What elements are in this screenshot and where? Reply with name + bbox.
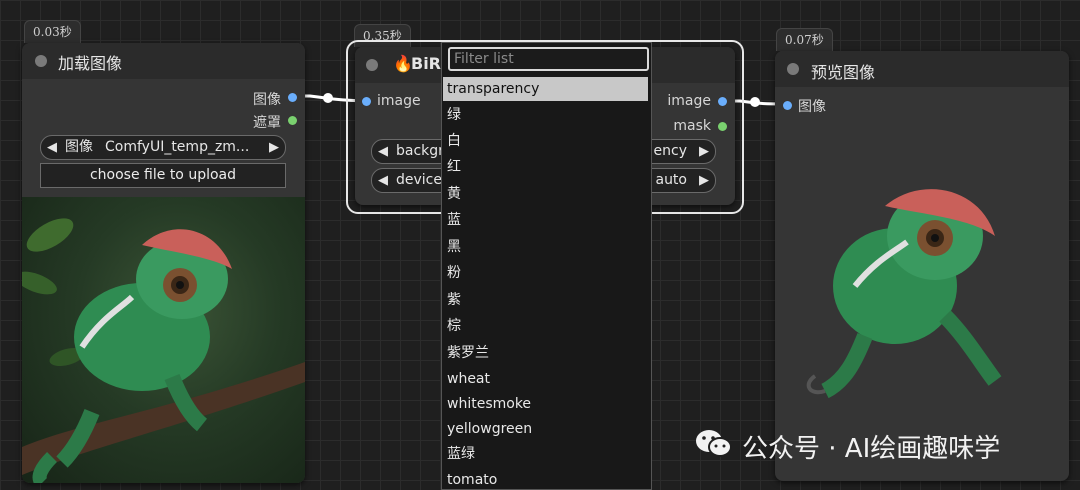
output-port-mask[interactable] <box>718 122 727 131</box>
widget-label: device <box>396 172 442 188</box>
list-item[interactable]: 白 <box>443 129 648 153</box>
widget-label: 图像 <box>65 139 93 155</box>
chameleon-cutout <box>806 189 1002 399</box>
list-item[interactable]: 红 <box>443 155 648 179</box>
list-item[interactable]: 紫罗兰 <box>443 341 648 365</box>
output-port-image[interactable] <box>718 97 727 106</box>
input-port-image[interactable] <box>362 97 371 106</box>
input-port-image[interactable] <box>783 101 792 110</box>
wire-junction <box>750 97 760 107</box>
list-item[interactable]: 粉 <box>443 261 648 285</box>
chameleon-photo <box>22 218 305 483</box>
arrow-left-icon[interactable]: ◀ <box>378 140 388 163</box>
widget-value: ency <box>653 143 687 159</box>
arrow-right-icon[interactable]: ▶ <box>699 169 709 192</box>
load-image-node[interactable]: 加载图像 图像 遮罩 ◀ 图像 ComfyUI_temp_zm... ▶ cho… <box>22 43 305 483</box>
list-item[interactable]: 绿 <box>443 103 648 127</box>
widget-value: auto <box>655 172 687 188</box>
list-item[interactable]: 紫 <box>443 288 648 312</box>
preview-image-node[interactable]: 预览图像 图像 <box>775 51 1069 481</box>
loaded-image <box>22 197 305 483</box>
flame-icon: 🔥 <box>393 54 413 73</box>
widget-value: ComfyUI_temp_zm... <box>105 139 250 155</box>
list-item[interactable]: tomato <box>443 468 648 489</box>
input-label-image: 图像 <box>798 99 826 115</box>
exec-time-badge: 0.07秒 <box>776 28 833 51</box>
node-title: 加载图像 <box>58 54 123 73</box>
arrow-left-icon[interactable]: ◀ <box>378 169 388 192</box>
list-item[interactable]: 棕 <box>443 314 648 338</box>
arrow-right-icon[interactable]: ▶ <box>699 140 709 163</box>
output-port-mask[interactable] <box>288 116 297 125</box>
combo-dropdown-list[interactable]: Filter list transparency 绿 白 红 黄 蓝 黑 粉 紫… <box>441 42 652 490</box>
list-item[interactable]: 黑 <box>443 235 648 259</box>
list-item[interactable]: wheat <box>443 367 648 391</box>
list-item[interactable]: yellowgreen <box>443 417 648 441</box>
collapse-dot[interactable] <box>35 55 47 67</box>
collapse-dot[interactable] <box>787 63 799 75</box>
list-item-selected[interactable]: transparency <box>443 77 648 101</box>
collapse-dot[interactable] <box>366 59 378 71</box>
arrow-left-icon[interactable]: ◀ <box>47 136 57 159</box>
watermark-text: 公众号 · AI绘画趣味学 <box>742 434 1001 464</box>
list-item[interactable]: whitesmoke <box>443 392 648 416</box>
wechat-icon <box>696 430 732 457</box>
filter-input[interactable]: Filter list <box>448 47 649 71</box>
list-item[interactable]: 蓝 <box>443 208 648 232</box>
preview-image <box>795 176 1057 406</box>
list-item[interactable]: 蓝绿 <box>443 442 648 466</box>
output-port-image[interactable] <box>288 93 297 102</box>
output-label-image: 图像 <box>253 92 281 108</box>
upload-button[interactable]: choose file to upload <box>40 163 286 188</box>
wire-junction <box>323 93 333 103</box>
widget-label: backgr <box>396 143 444 159</box>
input-label-image: image <box>377 93 421 109</box>
output-label-image: image <box>667 93 711 109</box>
node-title: BiR <box>411 54 441 73</box>
output-label-mask: 遮罩 <box>253 115 281 131</box>
output-label-mask: mask <box>673 118 711 134</box>
node-title-bar[interactable]: 预览图像 <box>775 51 1069 87</box>
exec-time-badge: 0.03秒 <box>24 20 81 43</box>
node-title-bar[interactable]: 加载图像 <box>22 43 305 79</box>
node-title: 预览图像 <box>811 63 876 82</box>
list-item[interactable]: 黄 <box>443 182 648 206</box>
arrow-right-icon[interactable]: ▶ <box>269 136 279 159</box>
image-select-widget[interactable]: ◀ 图像 ComfyUI_temp_zm... ▶ <box>40 135 286 160</box>
